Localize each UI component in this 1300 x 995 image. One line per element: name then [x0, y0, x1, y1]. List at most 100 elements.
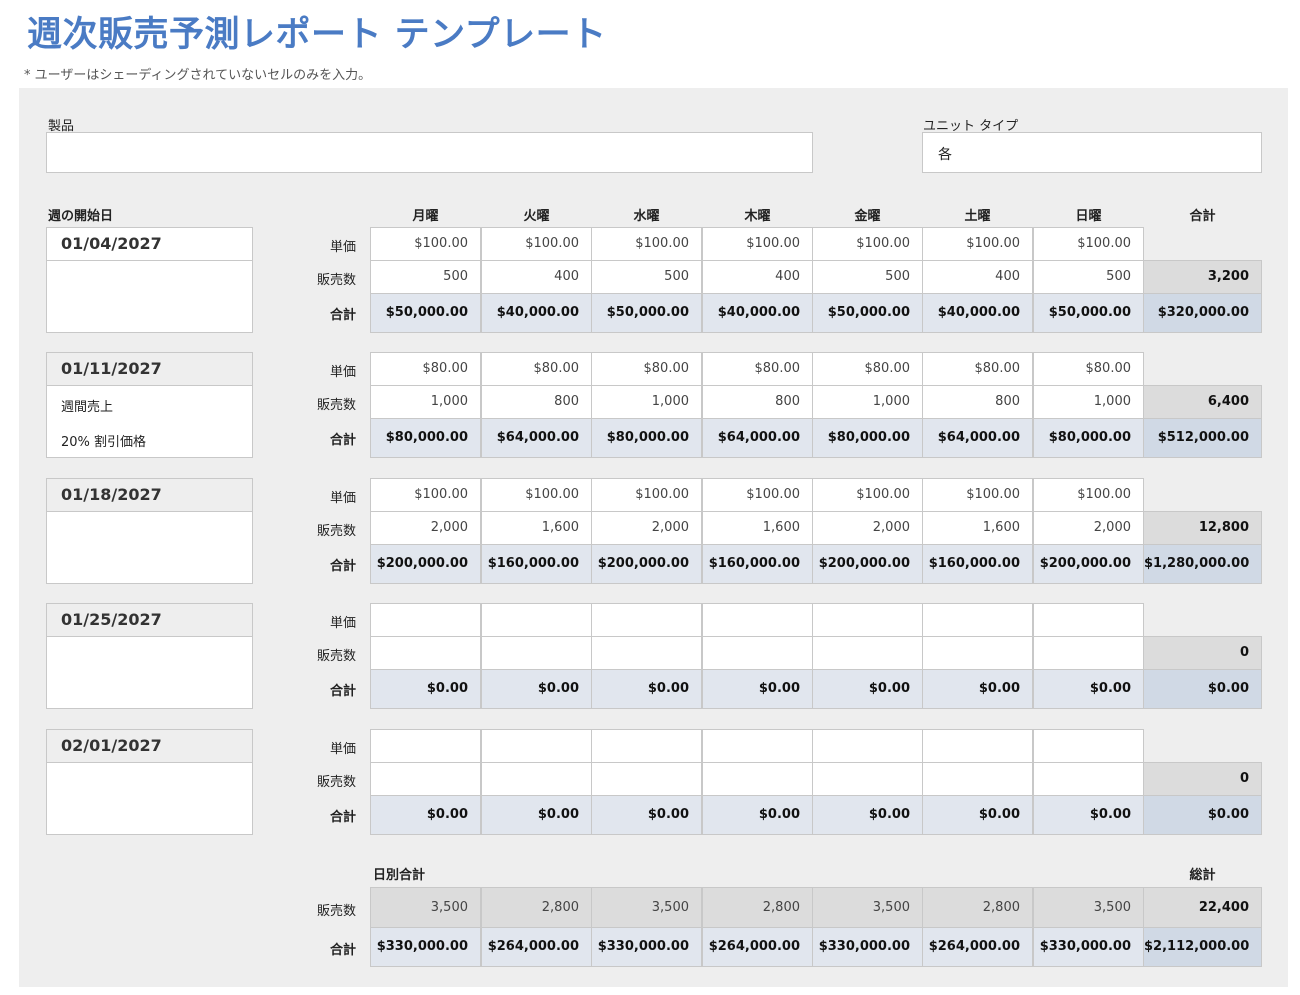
week-total-sum: $1,280,000.00 — [1143, 544, 1262, 584]
day-total-cell: $200,000.00 — [591, 544, 702, 584]
week-start-date[interactable]: 01/25/2027 — [47, 604, 252, 637]
day-total-cell: $0.00 — [481, 795, 592, 835]
unit-price-cell[interactable] — [812, 603, 923, 637]
unit-price-cell[interactable]: $100.00 — [812, 478, 923, 512]
unit-price-cell[interactable]: $80.00 — [370, 352, 481, 386]
quantity-cell[interactable] — [702, 762, 813, 796]
unit-price-cell[interactable]: $100.00 — [1033, 478, 1144, 512]
quantity-cell[interactable] — [922, 636, 1033, 670]
unit-price-cell[interactable]: $100.00 — [922, 478, 1033, 512]
unit-price-label: 単価 — [329, 742, 356, 757]
unit-price-cell[interactable] — [922, 729, 1033, 763]
instruction-note: * ユーザーはシェーディングされていないセルのみを入力。 — [24, 68, 372, 83]
unit-price-cell[interactable]: $100.00 — [702, 227, 813, 261]
daily-quantity-cell: 3,500 — [370, 887, 481, 928]
day-total-cell: $0.00 — [702, 795, 813, 835]
unit-price-cell[interactable]: $80.00 — [1033, 352, 1144, 386]
unit-price-cell[interactable]: $100.00 — [702, 478, 813, 512]
week-start-date[interactable]: 02/01/2027 — [47, 730, 252, 763]
unit-price-cell[interactable]: $80.00 — [591, 352, 702, 386]
week-note[interactable]: 20% 割引価格 — [61, 431, 146, 450]
quantity-cell[interactable] — [481, 762, 592, 796]
unit-price-cell[interactable] — [370, 603, 481, 637]
unit-price-cell[interactable]: $100.00 — [922, 227, 1033, 261]
total-label: 合計 — [329, 810, 356, 825]
day-total-cell: $50,000.00 — [1033, 293, 1144, 333]
quantity-cell[interactable] — [1033, 636, 1144, 670]
quantity-cell[interactable]: 500 — [591, 260, 702, 294]
quantity-cell[interactable]: 1,000 — [591, 385, 702, 419]
daily-total-cell: $330,000.00 — [591, 927, 702, 967]
unit-price-cell[interactable]: $100.00 — [1033, 227, 1144, 261]
quantity-cell[interactable]: 1,000 — [812, 385, 923, 419]
quantity-label: 販売数 — [316, 904, 356, 919]
quantity-cell[interactable]: 2,000 — [591, 511, 702, 545]
day-total-cell: $160,000.00 — [481, 544, 592, 584]
quantity-cell[interactable]: 500 — [370, 260, 481, 294]
quantity-cell[interactable]: 1,000 — [370, 385, 481, 419]
unit-price-cell[interactable] — [481, 729, 592, 763]
quantity-cell[interactable]: 1,600 — [481, 511, 592, 545]
week-block: 01/11/2027 週間売上 20% 割引価格 — [46, 352, 253, 458]
quantity-cell[interactable] — [812, 762, 923, 796]
quantity-cell[interactable]: 1,600 — [702, 511, 813, 545]
unit-price-cell[interactable] — [1033, 603, 1144, 637]
quantity-cell[interactable]: 400 — [702, 260, 813, 294]
quantity-cell[interactable]: 400 — [481, 260, 592, 294]
quantity-cell[interactable] — [922, 762, 1033, 796]
daily-total-cell: $330,000.00 — [812, 927, 923, 967]
unit-price-cell[interactable] — [702, 603, 813, 637]
unit-price-cell[interactable]: $100.00 — [481, 478, 592, 512]
week-start-date[interactable]: 01/18/2027 — [47, 479, 252, 512]
quantity-cell[interactable]: 1,000 — [1033, 385, 1144, 419]
unit-price-cell[interactable]: $100.00 — [370, 478, 481, 512]
week-note[interactable]: 週間売上 — [61, 396, 113, 415]
unit-price-cell[interactable] — [591, 729, 702, 763]
quantity-cell[interactable]: 800 — [922, 385, 1033, 419]
quantity-cell[interactable]: 500 — [1033, 260, 1144, 294]
quantity-cell[interactable]: 800 — [702, 385, 813, 419]
week-start-date[interactable]: 01/11/2027 — [47, 353, 252, 386]
quantity-cell[interactable] — [370, 636, 481, 670]
quantity-cell[interactable]: 1,600 — [922, 511, 1033, 545]
unit-price-cell[interactable] — [1033, 729, 1144, 763]
unit-price-cell[interactable]: $100.00 — [591, 227, 702, 261]
quantity-cell[interactable]: 2,000 — [812, 511, 923, 545]
quantity-cell[interactable]: 800 — [481, 385, 592, 419]
unit-price-cell[interactable]: $80.00 — [702, 352, 813, 386]
unit-price-cell[interactable]: $100.00 — [812, 227, 923, 261]
week-start-date[interactable]: 01/04/2027 — [47, 228, 252, 261]
product-field[interactable] — [46, 132, 813, 173]
quantity-cell[interactable] — [812, 636, 923, 670]
quantity-cell[interactable] — [481, 636, 592, 670]
unit-type-field[interactable]: 各 — [922, 132, 1262, 173]
unit-price-cell[interactable] — [922, 603, 1033, 637]
day-total-cell: $0.00 — [481, 669, 592, 709]
quantity-cell[interactable] — [370, 762, 481, 796]
unit-price-cell[interactable]: $80.00 — [922, 352, 1033, 386]
quantity-cell[interactable]: 500 — [812, 260, 923, 294]
unit-price-cell[interactable]: $100.00 — [370, 227, 481, 261]
unit-price-cell[interactable]: $100.00 — [481, 227, 592, 261]
quantity-cell[interactable]: 400 — [922, 260, 1033, 294]
quantity-cell[interactable] — [591, 762, 702, 796]
unit-price-label: 単価 — [329, 616, 356, 631]
quantity-cell[interactable]: 2,000 — [370, 511, 481, 545]
quantity-cell[interactable] — [702, 636, 813, 670]
day-header: 月曜 — [412, 209, 439, 224]
unit-price-cell[interactable] — [812, 729, 923, 763]
unit-price-cell[interactable] — [591, 603, 702, 637]
quantity-cell[interactable] — [1033, 762, 1144, 796]
unit-price-cell[interactable]: $80.00 — [481, 352, 592, 386]
unit-price-cell[interactable] — [370, 729, 481, 763]
unit-price-cell[interactable]: $80.00 — [812, 352, 923, 386]
day-total-cell: $64,000.00 — [481, 418, 592, 458]
unit-price-cell[interactable]: $100.00 — [591, 478, 702, 512]
page-title: 週次販売予測レポート テンプレート — [27, 15, 607, 55]
daily-total-cell: $330,000.00 — [370, 927, 481, 967]
grand-quantity-sum: 22,400 — [1143, 887, 1262, 928]
unit-price-cell[interactable] — [702, 729, 813, 763]
quantity-cell[interactable] — [591, 636, 702, 670]
quantity-cell[interactable]: 2,000 — [1033, 511, 1144, 545]
unit-price-cell[interactable] — [481, 603, 592, 637]
